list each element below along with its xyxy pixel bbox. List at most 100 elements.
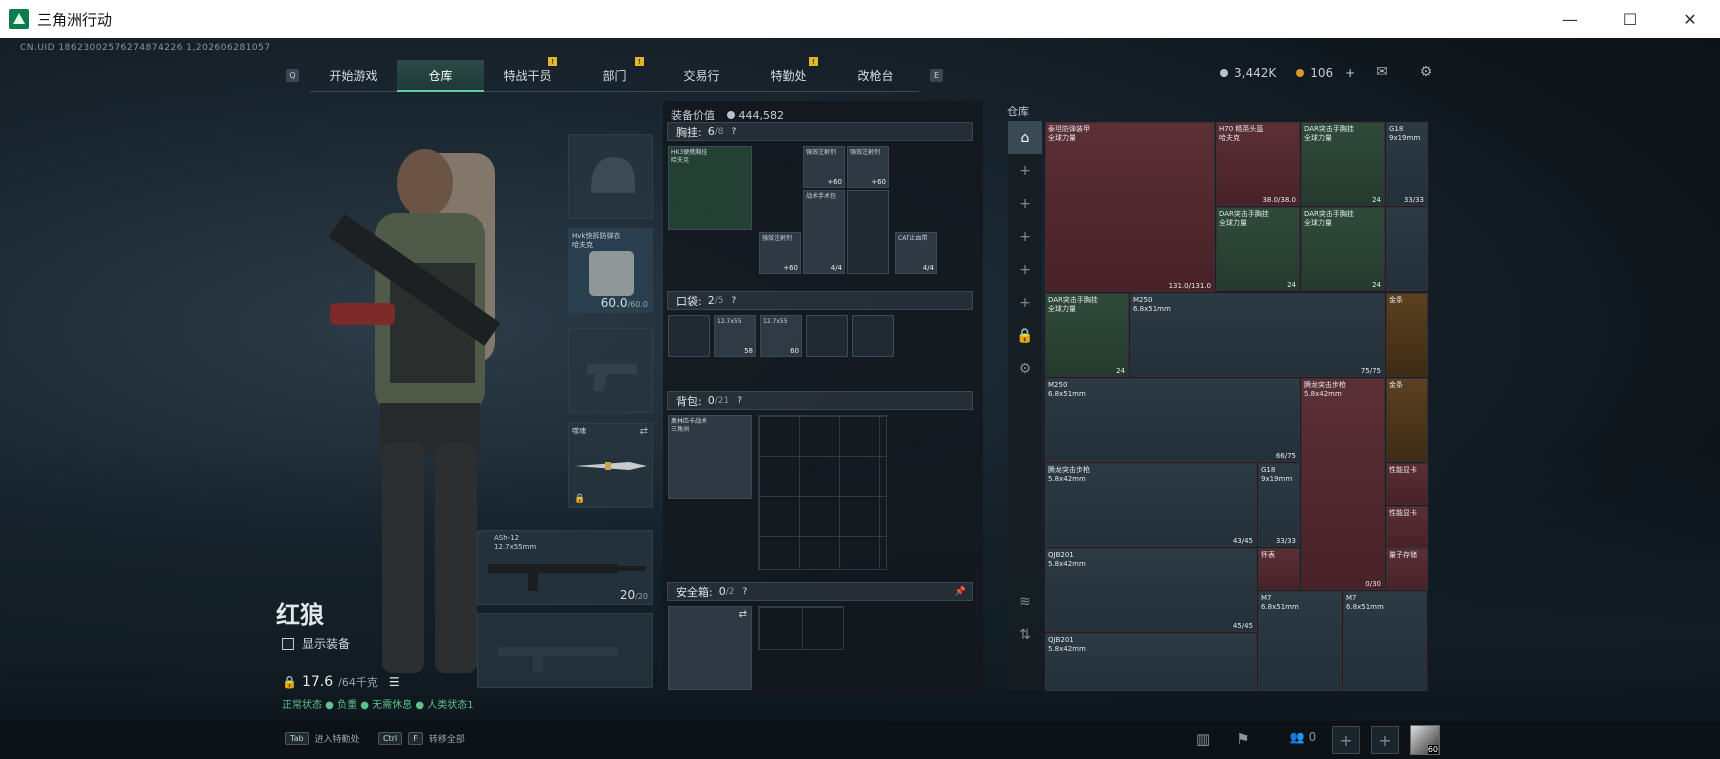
show-equipment-toggle[interactable]: 显示装备 — [282, 635, 350, 652]
silver-coin-icon — [1220, 69, 1228, 77]
backpack-header: 背包: 0/21? — [667, 391, 973, 410]
warehouse-item[interactable]: DAR突击手胸挂 全球力量 24 — [1301, 207, 1385, 291]
warehouse-item[interactable]: M7 6.8x51mm — [1258, 591, 1342, 691]
primary-weapon-slot[interactable]: ASh-12 12.7x55mm 20/20 — [477, 530, 653, 605]
friends-icon[interactable]: 👥 0 — [1283, 730, 1323, 750]
warehouse-sidebar: ⌂ + + + + + 🔒 ⚙ ≋ ⇅ — [1008, 121, 1042, 691]
flag-icon[interactable]: ⚑ — [1233, 730, 1253, 750]
warehouse-item[interactable]: M250 6.8x51mm 66/75 — [1045, 378, 1300, 462]
plus-icon[interactable]: + — [1008, 187, 1042, 220]
swap-icon[interactable]: ⇄ — [640, 426, 648, 437]
show-equipment-checkbox[interactable] — [282, 637, 294, 650]
lock-icon[interactable]: 🔒 — [1008, 319, 1042, 352]
gear-icon[interactable]: ⚙ — [1008, 352, 1042, 385]
layers-icon[interactable]: ≋ — [1008, 585, 1042, 618]
warehouse-item[interactable]: QJB201 5.8x42mm 45/45 — [1045, 548, 1257, 632]
warehouse-item[interactable]: 腾龙突击步枪 5.8x42mm 43/45 — [1045, 463, 1257, 547]
nav-prev-key[interactable]: Q — [286, 69, 299, 82]
backpack-item[interactable]: 奥林匹卡战术 三角洲 — [668, 415, 752, 499]
secondary-weapon-slot[interactable] — [477, 613, 653, 688]
warehouse-item[interactable]: 金条 — [1386, 378, 1428, 462]
warehouse-item[interactable]: 性能显卡 — [1386, 463, 1428, 505]
warehouse-item[interactable]: 量子存储 — [1386, 548, 1428, 590]
hint-special-ops[interactable]: Tab 进入特勤处 — [285, 732, 360, 745]
f-key: F — [408, 732, 423, 745]
tab-department[interactable]: 部门! — [571, 57, 658, 92]
maximize-button[interactable]: ☐ — [1600, 0, 1660, 38]
chest-empty-slot[interactable] — [847, 190, 889, 274]
tab-start-game[interactable]: 开始游戏 — [310, 60, 397, 92]
tab-warehouse[interactable]: 仓库 — [397, 60, 484, 92]
currency-bar: 3,442K 106 + — [1220, 66, 1355, 80]
plus-icon[interactable]: + — [1008, 253, 1042, 286]
armor-slot[interactable]: Hvk快拆防弹衣 哈夫克 60.0/60.0 — [568, 228, 653, 313]
hint-transfer-all[interactable]: Ctrl F 转移全部 — [378, 732, 465, 745]
close-button[interactable]: ✕ — [1660, 0, 1720, 38]
list-icon[interactable]: ☰ — [389, 675, 400, 689]
invite-slot-button[interactable]: + — [1332, 726, 1360, 754]
nav-next-key[interactable]: E — [930, 69, 943, 82]
injector-item[interactable]: 强效注射剂 +60 — [759, 232, 801, 274]
warehouse-item[interactable]: G18 9x19mm 33/33 — [1258, 463, 1300, 547]
sort-icon[interactable]: ⇅ — [1008, 618, 1042, 651]
alert-badge: ! — [548, 57, 557, 66]
stats-icon[interactable]: ▥ — [1193, 730, 1213, 750]
surgery-kit-item[interactable]: 战术手术包 4/4 — [803, 190, 845, 274]
warehouse-item[interactable]: DAR突击手胸挂 全球力量 24 — [1045, 293, 1129, 377]
invite-slot-button[interactable]: + — [1371, 726, 1399, 754]
help-icon[interactable]: ? — [742, 587, 747, 597]
warehouse-item[interactable]: 金条 — [1386, 293, 1428, 377]
injector-item[interactable]: 强效注射剂 +60 — [847, 146, 889, 188]
warehouse-item[interactable]: QJB201 5.8x42mm — [1045, 633, 1257, 691]
gold-coin-icon — [1296, 69, 1305, 77]
tourniquet-item[interactable]: CAT止血带 4/4 — [895, 232, 937, 274]
warehouse-item[interactable]: M250 6.8x51mm 75/75 — [1130, 293, 1385, 377]
gold-amount: 106 — [1310, 66, 1334, 80]
pocket-slot[interactable] — [806, 315, 848, 357]
ctrl-key: Ctrl — [378, 732, 403, 745]
safe-box-item[interactable]: ⇄ — [668, 606, 752, 690]
pin-icon[interactable]: 📌 — [955, 587, 966, 597]
tab-special-ops[interactable]: 特勤处! — [745, 57, 832, 92]
chest-rig-item[interactable]: HK3便携胸挂 哈夫克 — [668, 146, 752, 230]
warehouse-item[interactable] — [1386, 207, 1428, 291]
ammo-item[interactable]: 12.7x55 60 — [760, 315, 802, 357]
tab-gunsmith[interactable]: 改枪台 — [832, 60, 919, 92]
melee-slot[interactable]: 噬魂 ⇄ 🔒 — [568, 423, 653, 508]
plus-icon[interactable]: + — [1008, 220, 1042, 253]
plus-icon[interactable]: + — [1008, 286, 1042, 319]
injector-item[interactable]: 强效注射剂 +60 — [803, 146, 845, 188]
plus-icon[interactable]: + — [1008, 154, 1042, 187]
help-icon[interactable]: ? — [731, 127, 736, 137]
mail-icon[interactable]: ✉ — [1373, 64, 1391, 80]
gear-icon[interactable]: ⚙ — [1417, 64, 1435, 80]
warehouse-item[interactable]: G18 9x19mm 33/33 — [1386, 122, 1428, 206]
pocket-slot[interactable] — [852, 315, 894, 357]
minimize-button[interactable]: — — [1540, 0, 1600, 38]
help-icon[interactable]: ? — [737, 396, 742, 406]
warehouse-item[interactable]: 腾龙突击步枪 5.8x42mm 0/30 — [1301, 378, 1385, 590]
warehouse-item[interactable]: M7 6.8x51mm — [1343, 591, 1427, 691]
warehouse-item[interactable]: DAR突击手胸挂 全球力量 24 — [1301, 122, 1385, 206]
help-icon[interactable]: ? — [731, 296, 736, 306]
tab-operators[interactable]: 特战干员! — [484, 57, 571, 92]
warehouse-item[interactable]: H70 精英头盔 哈夫克 38.0/38.0 — [1216, 122, 1300, 206]
warehouse-item[interactable]: 性能显卡 — [1386, 506, 1428, 548]
warehouse-home-icon[interactable]: ⌂ — [1008, 121, 1042, 154]
loadout-panel: 装备价值 444,582 胸挂: 6/8? HK3便携胸挂 哈夫克 强效注射剂 +6… — [663, 101, 983, 691]
backpack-grid[interactable] — [758, 415, 887, 570]
safe-box-grid[interactable] — [758, 606, 844, 650]
add-currency-button[interactable]: + — [1345, 66, 1355, 80]
warehouse-item[interactable]: 泰坦防弹装甲 全球力量 131.0/131.0 — [1045, 122, 1215, 292]
helmet-slot[interactable] — [568, 134, 653, 219]
warehouse-item[interactable]: 怀表 — [1258, 548, 1300, 590]
avatar[interactable]: 60 — [1410, 725, 1440, 755]
character-name: 红狼 — [276, 601, 324, 629]
ammo-item[interactable]: 12.7x55 58 — [714, 315, 756, 357]
warehouse-item[interactable]: DAR突击手胸挂 全球力量 24 — [1216, 207, 1300, 291]
app-logo-icon — [9, 9, 29, 29]
pocket-slot[interactable] — [668, 315, 710, 357]
swap-icon[interactable]: ⇄ — [739, 609, 747, 620]
tab-trade[interactable]: 交易行 — [658, 60, 745, 92]
pistol-slot[interactable] — [568, 328, 653, 413]
